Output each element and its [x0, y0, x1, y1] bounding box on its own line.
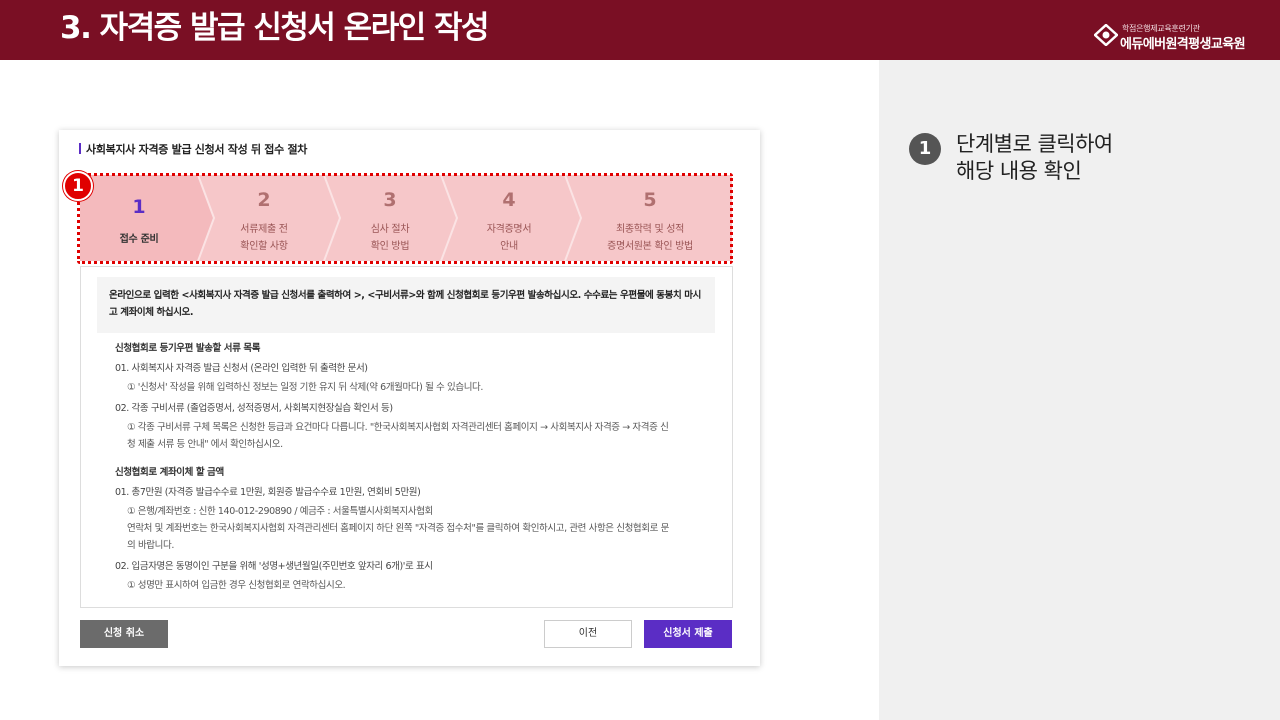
list-item: 01. 사회복지사 자격증 발급 신청서 (온라인 입력한 뒤 출력한 문서) — [115, 363, 368, 374]
step-content-panel: 온라인으로 입력한 <사회복지사 자격증 발급 신청서를 출력하여 >, <구비… — [80, 266, 733, 608]
brand-name: 에듀에버원격평생교육원 — [1120, 37, 1246, 52]
card-title-text: 사회복지사 자격증 발급 신청서 작성 뒤 접수 절차 — [86, 143, 308, 156]
notice-line-2: 고 계좌이체 하십시오. — [109, 307, 194, 318]
list-item-note: ① '신청서' 작성을 위해 입력하신 정보는 일정 기한 유지 뒤 삭제(약 … — [127, 382, 483, 393]
list-item: 02. 입금자명은 동명이인 구분을 위해 '성명+생년월일(주민번호 앞자리 … — [115, 561, 433, 572]
list-item-note: ① 각종 구비서류 구체 목록은 신청한 등급과 요건마다 다릅니다. "한국사… — [127, 422, 669, 433]
procedure-details: 신청협회로 등기우편 발송할 서류 목록 01. 사회복지사 자격증 발급 신청… — [115, 339, 705, 594]
guide-panel: 1 단계별로 클릭하여 해당 내용 확인 — [879, 60, 1280, 720]
notice-line-1: 온라인으로 입력한 <사회복지사 자격증 발급 신청서를 출력하여 >, <구비… — [109, 290, 701, 301]
section-title-documents: 신청협회로 등기우편 발송할 서류 목록 — [115, 343, 261, 354]
guide-line-2: 해당 내용 확인 — [956, 159, 1082, 183]
brand-logo-icon — [1094, 24, 1118, 46]
submit-application-button[interactable]: 신청서 제출 — [644, 620, 732, 648]
page-title: 3. 자격증 발급 신청서 온라인 작성 — [60, 10, 490, 46]
list-item: 02. 각종 구비서류 (졸업증명서, 성적증명서, 사회복지현장실습 확인서 … — [115, 403, 393, 414]
list-item-note: 청 제출 서류 등 안내" 에서 확인하십시오. — [127, 439, 283, 450]
list-item-note: ① 은행/계좌번호 : 신한 140-012-290890 / 예금주 : 서울… — [127, 506, 433, 517]
cancel-application-button[interactable]: 신청 취소 — [80, 620, 168, 648]
card-title: 사회복지사 자격증 발급 신청서 작성 뒤 접수 절차 — [79, 141, 307, 157]
notice-box: 온라인으로 입력한 <사회복지사 자격증 발급 신청서를 출력하여 >, <구비… — [97, 277, 715, 333]
list-item-note: 의 바랍니다. — [127, 540, 174, 551]
header-bar: 3. 자격증 발급 신청서 온라인 작성 학점은행제교육훈련기관 에듀에버원격평… — [0, 0, 1280, 60]
application-procedure-card: 사회복지사 자격증 발급 신청서 작성 뒤 접수 절차 1 접수 준비 2 서류… — [59, 130, 760, 666]
section-title-payment: 신청협회로 계좌이체 할 금액 — [115, 467, 224, 478]
list-item-note: ① 성명만 표시하여 입금한 경우 신청협회로 연락하십시오. — [127, 580, 346, 591]
highlight-marker-badge: 1 — [63, 171, 93, 201]
stepper-highlight-outline — [77, 173, 733, 264]
title-accent-bar — [79, 143, 81, 154]
guide-text: 단계별로 클릭하여 해당 내용 확인 — [956, 131, 1113, 185]
list-item-note: 연락처 및 계좌번호는 한국사회복지사협회 자격관리센터 홈페이지 하단 왼쪽 … — [127, 523, 669, 534]
list-item: 01. 총7만원 (자격증 발급수수료 1만원, 회원증 발급수수료 1만원, … — [115, 487, 421, 498]
brand-logo: 학점은행제교육훈련기관 에듀에버원격평생교육원 — [1094, 20, 1264, 52]
previous-button[interactable]: 이전 — [544, 620, 632, 648]
guide-step-badge: 1 — [909, 133, 941, 165]
guide-line-1: 단계별로 클릭하여 — [956, 132, 1113, 156]
